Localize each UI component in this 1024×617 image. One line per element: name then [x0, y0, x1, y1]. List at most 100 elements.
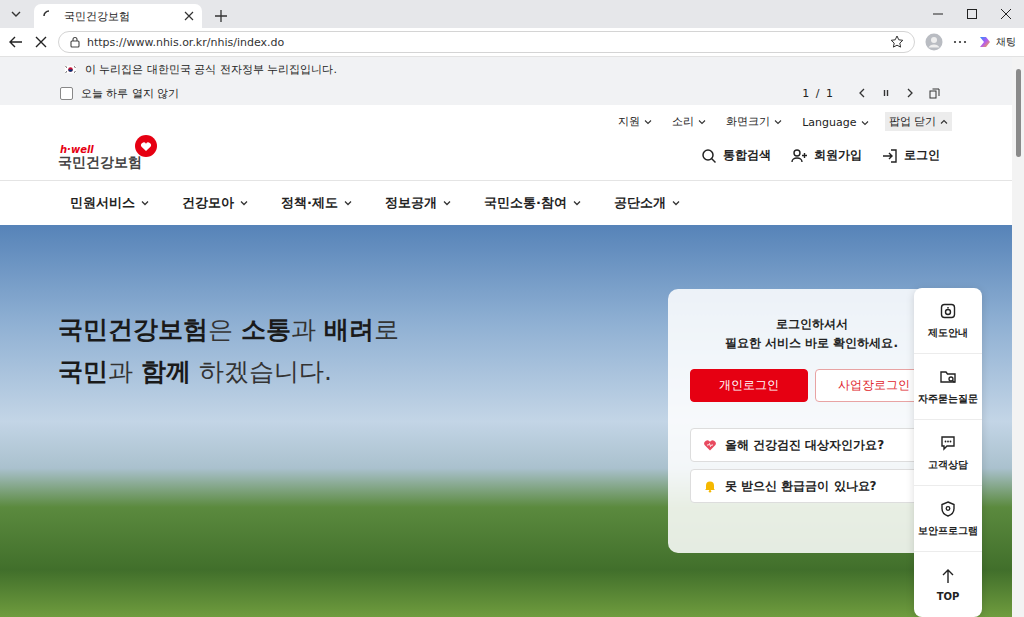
new-tab-icon[interactable]	[214, 9, 228, 23]
chevron-down-icon	[442, 198, 452, 208]
arrow-up-icon	[939, 567, 957, 585]
address-bar: https://www.nhis.or.kr/nhis/index.do 채팅	[0, 28, 1024, 57]
header-action-label: 통합검색	[723, 147, 771, 164]
nav-item[interactable]: 정책·제도	[281, 194, 353, 212]
tab-list-button[interactable]	[6, 3, 26, 25]
quick-menu-item[interactable]: TOP	[914, 552, 982, 617]
quick-link-label: 못 받으신 환급금이 있나요?	[725, 478, 877, 495]
quick-link[interactable]: 못 받으신 환급금이 있나요?	[690, 469, 933, 503]
logo-tagline: h·well	[60, 144, 142, 155]
chevron-down-icon	[10, 8, 22, 20]
hero-slogan: 국민건강보험은 소통과 배려로국민과 함께 하겠습니다.	[58, 309, 399, 393]
hero-banner: 국민건강보험은 소통과 배려로국민과 함께 하겠습니다. 로그인하셔서필요한 서…	[0, 225, 1012, 617]
stop-loading-icon[interactable]	[34, 35, 48, 49]
quick-menu-item[interactable]: 제도안내	[914, 288, 982, 354]
folder-search-icon	[939, 368, 957, 386]
chevron-icon	[940, 118, 948, 126]
gov-banner-text: 이 누리집은 대한민국 공식 전자정부 누리집입니다.	[85, 62, 337, 77]
login-message: 로그인하셔서필요한 서비스 바로 확인하세요.	[690, 315, 933, 353]
chevron-down-icon	[671, 198, 681, 208]
utility-item[interactable]: 지원	[614, 112, 656, 131]
utility-menu: 지원 소리 화면크기 Language 팝업 닫기	[58, 105, 952, 131]
utility-item[interactable]: 화면크기	[722, 112, 786, 131]
copilot-label: 채팅	[996, 35, 1016, 49]
chevron-down-icon	[572, 198, 582, 208]
lock-icon[interactable]	[69, 36, 81, 48]
web-page: 이 누리집은 대한민국 공식 전자정부 누리집입니다. 오늘 하루 열지 않기 …	[0, 57, 1012, 617]
chevron-down-icon	[343, 198, 353, 208]
header-action[interactable]: 로그인	[882, 147, 940, 164]
logo-name: 국민건강보험	[58, 155, 142, 170]
close-tab-icon[interactable]	[184, 11, 194, 21]
site-header: 지원 소리 화면크기 Language 팝업 닫기 h·well 국민건강보험 …	[0, 105, 1012, 181]
url-text: https://www.nhis.or.kr/nhis/index.do	[87, 36, 284, 49]
main-nav: 민원서비스 건강모아 정책·제도 정보공개 국민소통·참여 공단소개	[0, 181, 1012, 225]
gov-banner: 이 누리집은 대한민국 공식 전자정부 누리집입니다. 오늘 하루 열지 않기 …	[0, 57, 1012, 105]
page-viewport: 이 누리집은 대한민국 공식 전자정부 누리집입니다. 오늘 하루 열지 않기 …	[0, 57, 1024, 617]
more-menu-icon[interactable]	[953, 35, 967, 49]
nav-item[interactable]: 공단소개	[614, 194, 681, 212]
quick-menu-label: TOP	[937, 591, 960, 602]
chevron-icon	[774, 118, 782, 126]
nav-item[interactable]: 국민소통·참여	[484, 194, 582, 212]
search-icon	[701, 148, 717, 164]
guide-icon	[939, 302, 957, 320]
quick-menu-label: 보안프로그램	[918, 524, 978, 538]
scrollbar[interactable]	[1012, 57, 1024, 617]
tab-title: 국민건강보험	[64, 9, 176, 24]
url-field[interactable]: https://www.nhis.or.kr/nhis/index.do	[58, 31, 915, 53]
browser-tab[interactable]: 국민건강보험	[34, 4, 202, 28]
shield-icon	[939, 500, 957, 518]
close-window-icon[interactable]	[1000, 8, 1012, 20]
window-controls	[932, 8, 1024, 20]
quick-link-label: 올해 건강검진 대상자인가요?	[725, 437, 884, 454]
nav-item[interactable]: 정보공개	[385, 194, 452, 212]
utility-item[interactable]: 팝업 닫기	[885, 112, 953, 131]
dont-show-label[interactable]: 오늘 하루 열지 않기	[81, 86, 180, 101]
quick-menu-label: 자주묻는질문	[918, 392, 978, 406]
chevron-down-icon	[140, 198, 150, 208]
profile-avatar-icon[interactable]	[925, 33, 943, 51]
minimize-icon[interactable]	[932, 8, 944, 20]
add-user-icon	[791, 148, 808, 164]
scrollbar-thumb[interactable]	[1016, 69, 1021, 157]
utility-item[interactable]: 소리	[668, 112, 710, 131]
quick-menu-label: 고객상담	[928, 458, 968, 472]
heart-icon	[703, 438, 717, 452]
header-action[interactable]: 통합검색	[701, 147, 771, 164]
back-arrow-icon[interactable]	[8, 34, 24, 50]
tab-bar: 국민건강보험	[0, 0, 1024, 28]
next-icon[interactable]	[905, 88, 915, 98]
chevron-icon	[644, 118, 652, 126]
login-icon	[882, 148, 898, 164]
bell-icon	[703, 479, 717, 493]
popup-pager: 1 / 1	[802, 87, 833, 100]
quick-menu-item[interactable]: 고객상담	[914, 420, 982, 486]
loading-spinner-icon	[42, 9, 56, 23]
header-action[interactable]: 회원가입	[791, 147, 862, 164]
pause-icon[interactable]	[881, 88, 891, 98]
header-action-label: 로그인	[904, 147, 940, 164]
header-action-label: 회원가입	[814, 147, 862, 164]
quick-menu-label: 제도안내	[928, 326, 968, 340]
maximize-icon[interactable]	[966, 8, 978, 20]
site-logo[interactable]: h·well 국민건강보험	[58, 144, 158, 170]
chevron-down-icon	[239, 198, 249, 208]
korea-flag-icon	[64, 65, 77, 74]
nav-item[interactable]: 건강모아	[182, 194, 249, 212]
chat-bubble-icon	[939, 434, 957, 452]
quick-link[interactable]: 올해 건강검진 대상자인가요?	[690, 428, 933, 462]
copilot-button[interactable]: 채팅	[977, 34, 1016, 50]
quick-menu-item[interactable]: 자주묻는질문	[914, 354, 982, 420]
utility-item[interactable]: Language	[798, 114, 872, 131]
dont-show-checkbox[interactable]	[60, 87, 73, 100]
chevron-icon	[698, 118, 706, 126]
login-button[interactable]: 개인로그인	[690, 369, 808, 402]
quick-menu-item[interactable]: 보안프로그램	[914, 486, 982, 552]
browser-window: 국민건강보험 https://www.nhis.or.kr/nhis/index…	[0, 0, 1024, 617]
prev-icon[interactable]	[857, 88, 867, 98]
nav-item[interactable]: 민원서비스	[70, 194, 150, 212]
quick-menu: 제도안내 자주묻는질문 고객상담 보안프로그램 TOP	[914, 288, 982, 617]
favorite-star-icon[interactable]	[890, 35, 904, 49]
view-all-icon[interactable]	[929, 88, 940, 99]
